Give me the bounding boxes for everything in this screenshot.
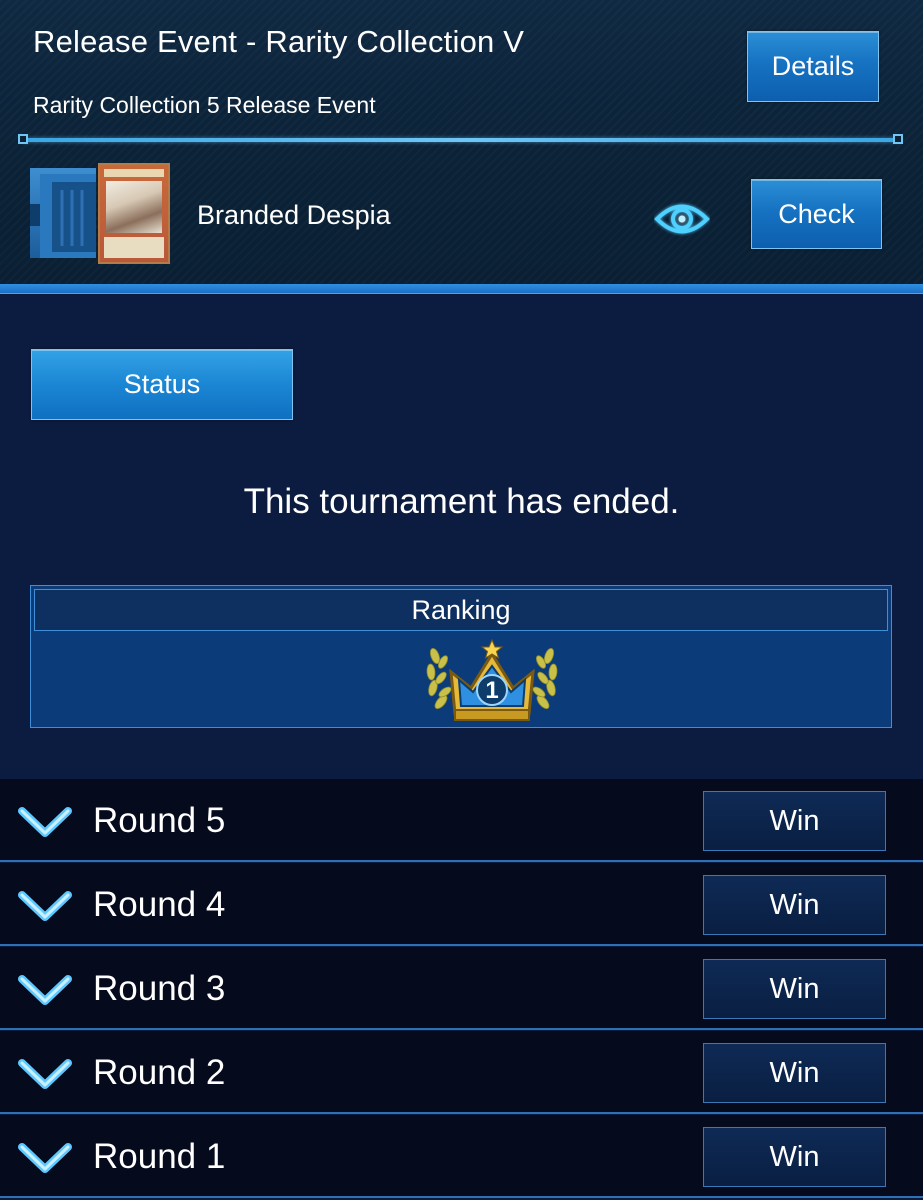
round-result: Win [703,1127,886,1187]
chevron-down-icon[interactable] [18,1057,72,1091]
round-label: Round 3 [93,969,226,1008]
deck-case-icon [30,168,96,258]
tournament-status-message: This tournament has ended. [243,482,680,521]
chevron-down-icon[interactable] [18,805,72,839]
deck-card-thumbnail [98,163,170,264]
rank-number: 1 [485,677,498,704]
round-row[interactable]: Round 1 Win [0,1115,923,1198]
header-bottom-bar [0,284,923,294]
tournament-page: Release Event - Rarity Collection V Rari… [0,0,923,1200]
header-divider [22,138,900,142]
divider-cap-right [893,134,903,144]
round-label: Round 1 [93,1137,226,1176]
round-label: Round 5 [93,801,226,840]
round-row[interactable]: Round 3 Win [0,947,923,1030]
round-result: Win [703,1043,886,1103]
event-subtitle: Rarity Collection 5 Release Event [33,92,376,118]
chevron-down-icon[interactable] [18,889,72,923]
event-header: Release Event - Rarity Collection V Rari… [0,0,923,284]
ranking-label: Ranking [34,589,888,631]
round-row[interactable]: Round 5 Win [0,779,923,862]
chevron-down-icon[interactable] [18,1141,72,1175]
divider-cap-left [18,134,28,144]
ranking-panel: Ranking 1 [30,585,892,728]
round-label: Round 4 [93,885,226,924]
check-deck-button[interactable]: Check [751,179,882,249]
event-title: Release Event - Rarity Collection V [33,24,525,59]
status-tab[interactable]: Status [31,349,293,420]
round-label: Round 2 [93,1053,226,1092]
eye-icon[interactable] [654,200,710,238]
crown-icon: 1 [426,638,558,721]
deck-name: Branded Despia [197,200,391,230]
round-result: Win [703,959,886,1019]
chevron-down-icon[interactable] [18,973,72,1007]
round-result: Win [703,875,886,935]
details-button[interactable]: Details [747,31,879,102]
round-row[interactable]: Round 2 Win [0,1031,923,1114]
round-result: Win [703,791,886,851]
round-row[interactable]: Round 4 Win [0,863,923,946]
